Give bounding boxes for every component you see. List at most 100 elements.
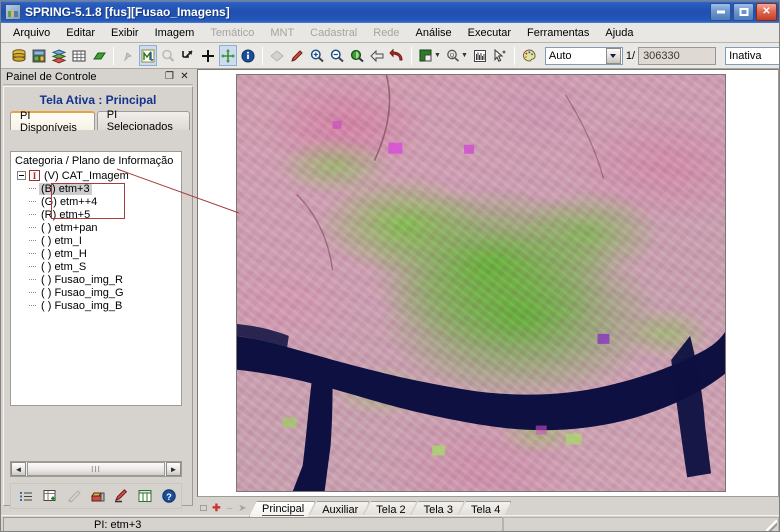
tab-pi-selecionados[interactable]: PI Selecionados (97, 111, 190, 130)
stop-tab-icon[interactable]: □ (197, 501, 210, 515)
menu-ferramentas[interactable]: Ferramentas (519, 25, 597, 41)
back-arrow-icon[interactable] (368, 45, 386, 66)
zoom-area-icon[interactable] (179, 45, 197, 66)
menu-bar: Arquivo Editar Exibir Imagem Temático MN… (1, 23, 780, 43)
tree-item-etm-s[interactable]: ( ) etm_S (11, 260, 181, 273)
edit-lines-icon (63, 485, 85, 507)
menu-ajuda[interactable]: Ajuda (597, 25, 641, 41)
database-icon[interactable] (10, 45, 28, 66)
menu-executar[interactable]: Executar (460, 25, 519, 41)
scroll-right-icon[interactable]: ► (166, 462, 181, 476)
tree-item-etm-i[interactable]: ( ) etm_I (11, 234, 181, 247)
tab-pi-disponiveis[interactable]: PI Disponíveis (10, 111, 95, 130)
panel-close-icon[interactable]: ✕ (178, 70, 191, 83)
tree-item-etm3[interactable]: (B) etm+3 (11, 182, 181, 195)
add-tab-icon[interactable]: ✚ (210, 501, 223, 515)
screen-split-icon[interactable] (417, 45, 435, 66)
svg-text:Q: Q (450, 53, 455, 59)
pencil-edit-icon[interactable] (110, 485, 132, 507)
resize-grip-icon[interactable] (766, 520, 777, 531)
tree-item-fusao-r[interactable]: ( ) Fusao_img_R (11, 273, 181, 286)
tree-item-label: ( ) etm_I (39, 235, 84, 247)
tree-item-etm-h[interactable]: ( ) etm_H (11, 247, 181, 260)
tree-horizontal-scrollbar[interactable]: ◄ III ► (10, 461, 182, 477)
menu-analise[interactable]: Análise (408, 25, 460, 41)
menu-editar[interactable]: Editar (58, 25, 103, 41)
color-palette-icon[interactable] (87, 485, 109, 507)
menu-imagem[interactable]: Imagem (147, 25, 203, 41)
collapse-icon[interactable] (17, 171, 26, 180)
screen-tab-label: Tela 4 (471, 504, 500, 516)
tree-item-label: ( ) etm_H (39, 248, 89, 260)
scroll-left-icon[interactable]: ◄ (11, 462, 26, 476)
cursor-point-icon (119, 45, 137, 66)
tree-branch-line (29, 292, 36, 293)
polygon-icon[interactable] (90, 45, 108, 66)
next-tab-icon: ➤ (236, 501, 249, 515)
screen-tab-label: Principal (262, 503, 304, 516)
layers-icon[interactable] (50, 45, 68, 66)
minimize-button[interactable] (710, 3, 731, 21)
tree-branch-line (29, 240, 36, 241)
info-icon[interactable] (239, 45, 257, 66)
window-controls: ✕ (710, 3, 777, 21)
tree-item-label: ( ) Fusao_img_R (39, 274, 125, 286)
toolbar-separator-2 (262, 47, 263, 65)
tree-item-etmpan[interactable]: ( ) etm+pan (11, 221, 181, 234)
control-panel: Painel de Controle ❐ ✕ Tela Ativa : Prin… (3, 69, 193, 529)
window-title: SPRING-5.1.8 [fus][Fusao_Imagens] (25, 5, 710, 19)
zoom-select-icon[interactable] (348, 45, 366, 66)
table-add-icon[interactable] (39, 485, 61, 507)
zoom-ratio-icon[interactable]: Q (444, 45, 462, 66)
status-message-panel: PI: etm+3 (3, 517, 503, 532)
maximize-button[interactable] (733, 3, 754, 21)
zoom-in-icon[interactable] (308, 45, 326, 66)
palette-icon[interactable] (520, 45, 538, 66)
menu-exibir[interactable]: Exibir (103, 25, 147, 41)
layer-tree[interactable]: Categoria / Plano de Informação I (V) CA… (10, 151, 182, 406)
project-icon[interactable] (30, 45, 48, 66)
screen-tab-principal[interactable]: Principal (249, 501, 315, 517)
screen-tab-label: Tela 3 (424, 504, 453, 516)
pointer-plus-icon[interactable] (491, 45, 509, 66)
status-mode-value: Inativa (729, 50, 780, 62)
screen-split-dropdown-arrow[interactable]: ▼ (434, 52, 441, 59)
panel-tabs: PI Disponíveis PI Selecionados (4, 111, 192, 130)
undo-arrow-icon[interactable] (388, 45, 406, 66)
pencil-icon[interactable] (288, 45, 306, 66)
tree-item-fusao-g[interactable]: ( ) Fusao_img_G (11, 286, 181, 299)
tree-root-node[interactable]: I (V) CAT_Imagem (11, 169, 181, 182)
grid-icon[interactable] (70, 45, 88, 66)
scale-value-field[interactable]: 306330 (638, 47, 716, 65)
measure-icon[interactable] (139, 45, 157, 66)
tree-item-etm5[interactable]: (R) etm+5 (11, 208, 181, 221)
zoom-out-icon[interactable] (328, 45, 346, 66)
close-button[interactable]: ✕ (756, 3, 777, 21)
tree-item-etm4[interactable]: (G) etm++4 (11, 195, 181, 208)
scale-mode-value: Auto (549, 50, 606, 62)
histogram-icon[interactable] (471, 45, 489, 66)
chevron-down-icon[interactable] (606, 48, 621, 64)
map-canvas-area[interactable] (197, 69, 779, 497)
scale-mode-combo[interactable]: Auto (545, 47, 623, 65)
panel-tool-strip: ? (10, 483, 182, 509)
status-mode-combo[interactable]: Inativa (725, 47, 780, 65)
plus-icon[interactable] (199, 45, 217, 66)
tree-item-label: (B) etm+3 (39, 183, 92, 195)
menu-arquivo[interactable]: Arquivo (5, 25, 58, 41)
menu-cadastral: Cadastral (302, 25, 365, 41)
help-round-icon[interactable]: ? (158, 485, 180, 507)
status-text: PI: etm+3 (4, 519, 141, 531)
undock-icon[interactable]: ❐ (163, 70, 176, 83)
tree-item-fusao-b[interactable]: ( ) Fusao_img_B (11, 299, 181, 312)
zoom-ratio-dropdown-arrow[interactable]: ▼ (461, 52, 468, 59)
pan-icon[interactable] (219, 45, 237, 66)
tree-branch-line (29, 305, 36, 306)
tree-branch-line (29, 253, 36, 254)
satellite-image[interactable] (236, 74, 726, 492)
tree-branch-line (29, 201, 36, 202)
list-icon[interactable] (15, 485, 37, 507)
table-view-icon[interactable] (134, 485, 156, 507)
scrollbar-thumb[interactable]: III (27, 462, 165, 476)
tree-item-label: ( ) etm_S (39, 261, 88, 273)
